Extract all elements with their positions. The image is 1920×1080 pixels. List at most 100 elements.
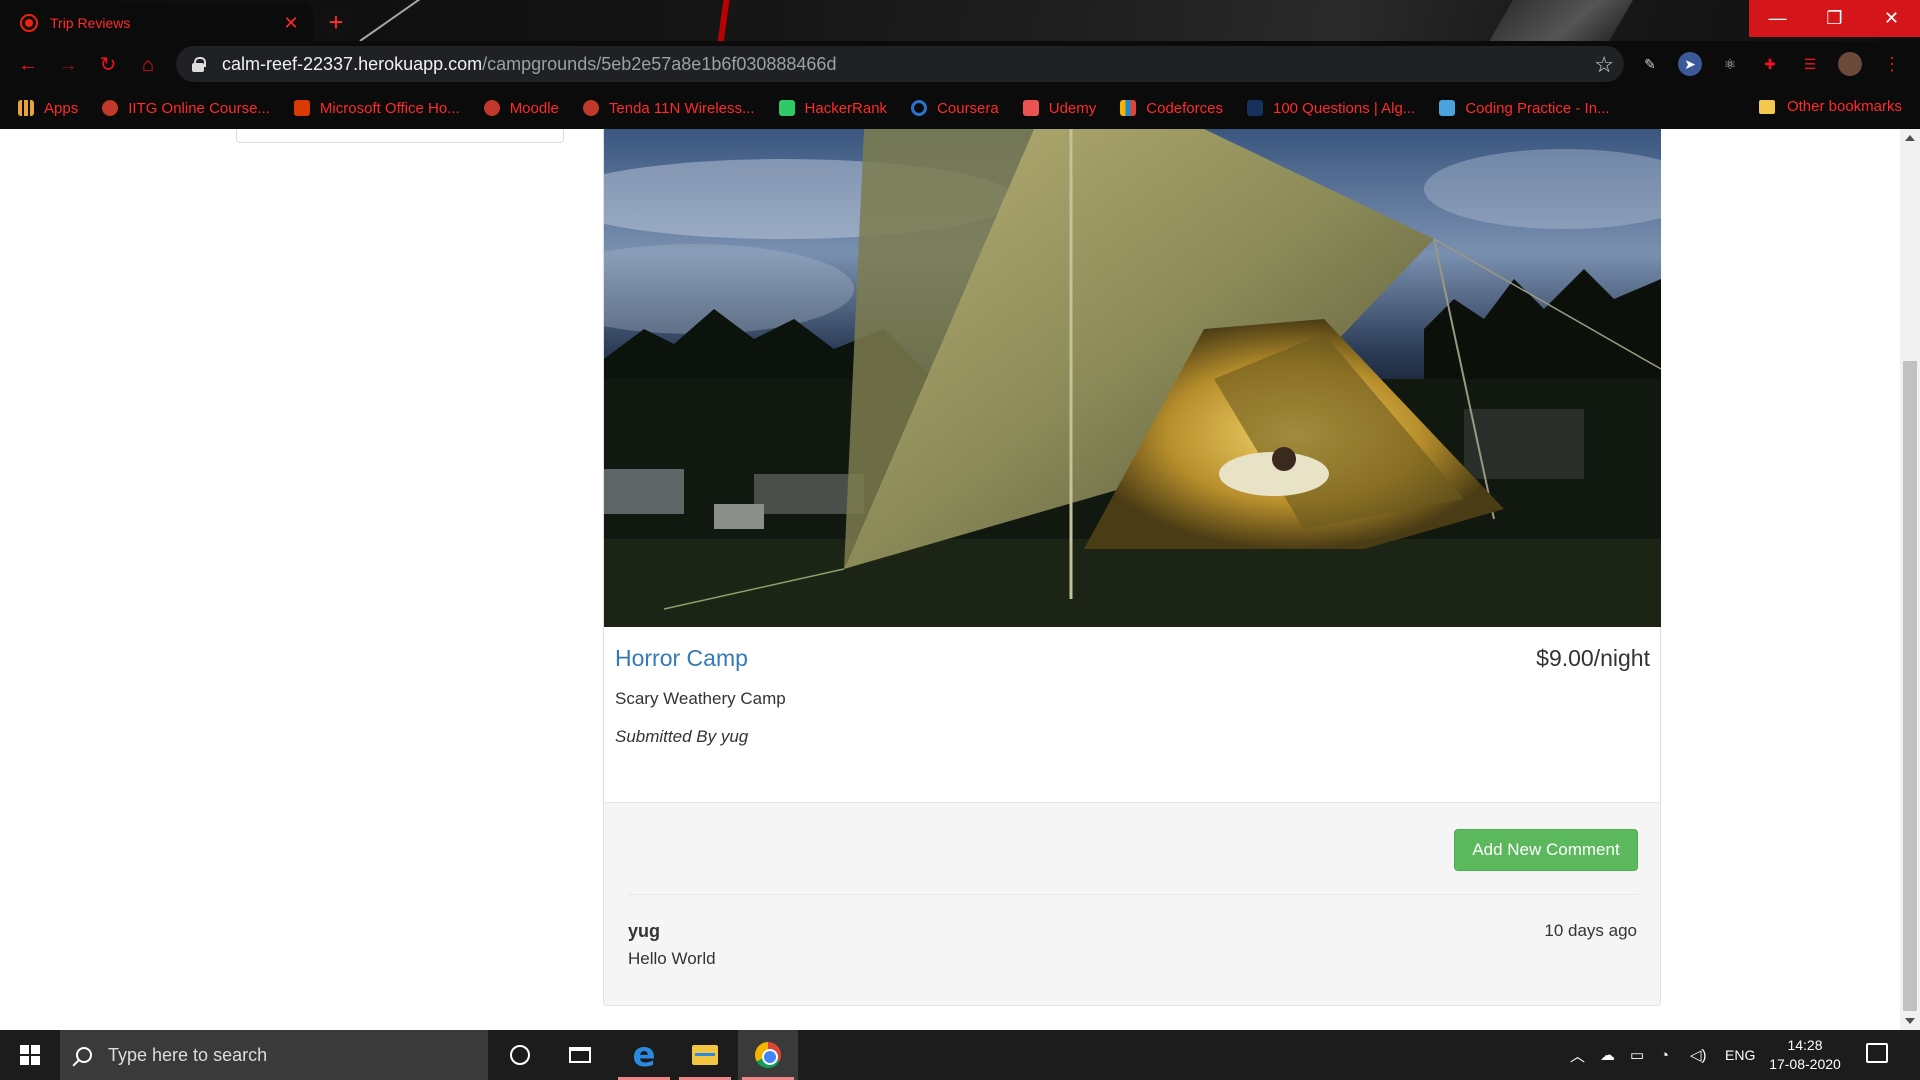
tab-favicon-icon [20, 14, 38, 32]
window-close-button[interactable]: ✕ [1863, 0, 1920, 37]
bookmark-label: Codeforces [1146, 99, 1223, 117]
address-bar[interactable]: calm-reef-22337.herokuapp.com/campground… [176, 46, 1624, 82]
bookmark-iitg[interactable]: IITG Online Course... [102, 100, 270, 117]
wallpaper-streak [359, 0, 435, 41]
tent-photo [604, 129, 1661, 627]
bookmark-label: Coding Practice - In... [1465, 99, 1610, 117]
other-bookmarks-label: Other bookmarks [1786, 98, 1902, 115]
wifi-icon[interactable]: ◔ [1660, 1030, 1669, 1080]
udemy-icon [1022, 100, 1039, 116]
taskbar-search[interactable]: Type here to search [60, 1030, 488, 1080]
file-explorer-taskbar-button[interactable] [675, 1030, 735, 1080]
browser-tab[interactable]: Trip Reviews ✕ [8, 5, 313, 41]
bookmark-office[interactable]: Microsoft Office Ho... [293, 99, 460, 117]
task-view-button[interactable] [550, 1030, 610, 1080]
tab-title: Trip Reviews [50, 15, 131, 31]
new-tab-button[interactable]: + [319, 6, 353, 40]
browser-menu-icon[interactable]: ⋮ [1880, 52, 1904, 76]
home-icon[interactable]: ⌂ [134, 51, 162, 79]
bookmark-label: Moodle [509, 99, 559, 117]
campground-name-link[interactable]: Horror Camp [615, 645, 748, 672]
bookmark-algo[interactable]: 100 Questions | Alg... [1246, 99, 1416, 117]
start-button[interactable] [0, 1030, 60, 1080]
url-path: /campgrounds/5eb2e57a8e1b6f030888466d [482, 53, 837, 74]
profile-avatar[interactable] [1838, 52, 1862, 76]
browser-titlebar: Trip Reviews ✕ + — ❐ ✕ [0, 0, 1920, 41]
bookmark-label: Coursera [937, 99, 999, 117]
wallpaper-shard [1487, 0, 1633, 41]
folder-icon [1758, 99, 1775, 114]
bookmark-coursera[interactable]: Coursera [911, 100, 999, 117]
bookmark-label: 100 Questions | Alg... [1272, 99, 1416, 117]
comments-divider [628, 894, 1638, 895]
file-explorer-icon [692, 1045, 718, 1065]
bookmark-label: Microsoft Office Ho... [319, 99, 460, 117]
url-host: calm-reef-22337.herokuapp.com [222, 53, 483, 74]
scroll-up-arrow-icon[interactable] [1905, 135, 1915, 141]
extension-pen-icon[interactable]: ✎ [1638, 52, 1662, 76]
language-indicator[interactable]: ENG [1725, 1030, 1755, 1080]
scroll-down-arrow-icon[interactable] [1905, 1018, 1915, 1024]
campground-description: Scary Weathery Camp [615, 689, 786, 708]
reload-icon[interactable]: ↻ [94, 51, 122, 79]
edge-icon: e [632, 1035, 656, 1075]
scroll-thumb[interactable] [1903, 361, 1917, 1011]
campground-price: $9.00/night [1536, 645, 1650, 671]
bookmark-star-icon[interactable]: ☆ [1594, 52, 1614, 78]
hackerrank-icon [778, 100, 795, 116]
add-new-comment-button[interactable]: Add New Comment [1454, 829, 1638, 871]
bookmark-codeforces[interactable]: Codeforces [1120, 100, 1223, 117]
tab-close-icon[interactable]: ✕ [281, 13, 301, 34]
coursera-icon [911, 100, 928, 116]
chrome-taskbar-button[interactable] [738, 1030, 798, 1080]
bookmark-label: Tenda 11N Wireless... [608, 99, 755, 117]
bookmark-udemy[interactable]: Udemy [1022, 99, 1097, 117]
bookmark-interviewbit[interactable]: Coding Practice - In... [1439, 99, 1610, 117]
tenda-icon [582, 100, 599, 116]
cortana-button[interactable] [490, 1030, 550, 1080]
window-maximize-button[interactable]: ❐ [1806, 0, 1863, 37]
system-clock[interactable]: 14:28 17-08-2020 [1760, 1036, 1850, 1074]
other-bookmarks[interactable]: Other bookmarks [1758, 98, 1902, 115]
browser-toolbar: ← → ↻ ⌂ calm-reef-22337.herokuapp.com/ca… [0, 41, 1920, 87]
back-arrow-icon[interactable]: ← [14, 51, 42, 79]
cortana-icon [510, 1045, 530, 1065]
bookmark-hackerrank[interactable]: HackerRank [778, 99, 888, 117]
bookmark-label: Apps [44, 99, 79, 117]
comment-text: Hello World [628, 949, 716, 968]
extension-puzzle-icon[interactable]: ✚ [1758, 52, 1782, 76]
battery-icon[interactable]: ▭ [1630, 1030, 1644, 1080]
extension-react-icon[interactable]: ⚛ [1718, 52, 1742, 76]
edge-taskbar-button[interactable]: e [614, 1030, 674, 1080]
window-minimize-button[interactable]: — [1749, 0, 1806, 37]
comment-time: 10 days ago [1544, 921, 1637, 940]
bookmark-tenda[interactable]: Tenda 11N Wireless... [582, 99, 755, 117]
forward-arrow-icon[interactable]: → [54, 51, 82, 79]
clock-time: 14:28 [1787, 1037, 1823, 1053]
campground-author: Submitted By yug [615, 727, 749, 746]
onedrive-icon[interactable]: ☁ [1600, 1030, 1615, 1080]
office-icon [293, 100, 310, 116]
page-scrollbar[interactable] [1900, 129, 1920, 1030]
interviewbit-icon [1439, 100, 1456, 116]
extension-cast-icon[interactable]: ☰ [1798, 52, 1822, 76]
comment-author: yug [628, 921, 661, 941]
bookmark-label: Udemy [1048, 99, 1097, 117]
bookmark-label: HackerRank [804, 99, 888, 117]
tray-chevron-icon[interactable]: ︿ [1570, 1030, 1585, 1080]
page-content: Horror Camp $9.00/night Scary Weathery C… [0, 129, 1900, 1030]
notifications-icon[interactable] [1866, 1043, 1888, 1063]
lock-icon [192, 57, 206, 72]
codeforces-icon [1120, 100, 1137, 116]
bookmark-apps[interactable]: Apps [18, 100, 78, 117]
extension-cursor-icon[interactable]: ➤ [1678, 52, 1702, 76]
clock-date: 17-08-2020 [1769, 1056, 1841, 1072]
bookmarks-bar: Apps IITG Online Course... Microsoft Off… [0, 87, 1920, 129]
sidebar-list-group [236, 129, 564, 143]
bookmark-moodle[interactable]: Moodle [483, 99, 559, 117]
campground-image [604, 129, 1661, 627]
chrome-icon [755, 1042, 781, 1068]
windows-logo-icon [20, 1045, 40, 1065]
moodle-icon [483, 100, 500, 116]
volume-icon[interactable]: ◁) [1690, 1030, 1707, 1080]
